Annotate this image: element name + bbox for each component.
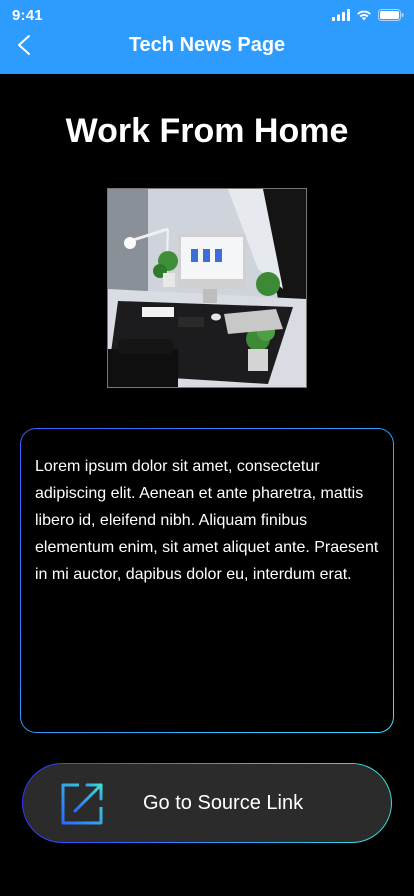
nav-title: Tech News Page bbox=[128, 34, 286, 56]
source-link-button[interactable]: Go to Source Link bbox=[22, 763, 392, 843]
signal-icon bbox=[332, 8, 350, 26]
article-body-text: Lorem ipsum dolor sit amet, consectetur … bbox=[35, 458, 379, 583]
battery-icon bbox=[378, 8, 404, 26]
nav-header: 9:41 Tech News Page bbox=[0, 0, 414, 74]
source-link-label: Go to Source Link bbox=[143, 792, 304, 814]
wifi-icon bbox=[356, 8, 372, 26]
source-link-inner[interactable]: Go to Source Link bbox=[23, 764, 391, 842]
status-time: 9:41 bbox=[12, 7, 43, 24]
external-link-icon bbox=[57, 779, 107, 829]
article-body-inner: Lorem ipsum dolor sit amet, consectetur … bbox=[21, 429, 393, 732]
status-icons bbox=[332, 8, 404, 26]
article-headline: Work From Home bbox=[65, 112, 349, 150]
article-body-card: Lorem ipsum dolor sit amet, consectetur … bbox=[20, 428, 394, 733]
article-image bbox=[107, 188, 307, 388]
